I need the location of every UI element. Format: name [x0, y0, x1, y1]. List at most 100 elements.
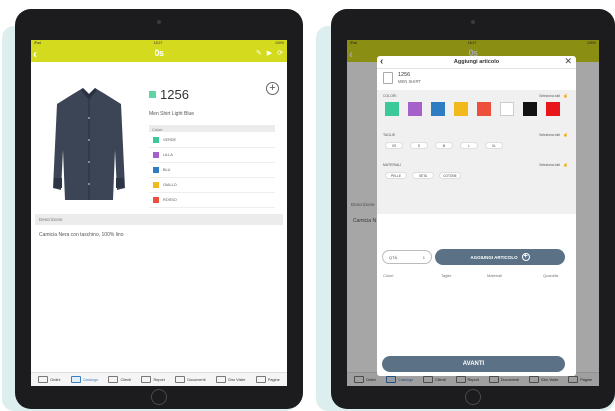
tab-label: Clienti: [120, 377, 132, 382]
column-quantity: Quantità: [543, 273, 559, 278]
right-screen: iPad 18:27 100% ‹ 0s Descrizione Camicia…: [347, 40, 599, 386]
color-swatch: [153, 182, 159, 188]
column-materials: Materiali: [487, 273, 503, 278]
left-screen: iPad 18:27 100% ‹ 0s ✎ ▶ ⟳ 1256 + Men Sh…: [31, 40, 287, 386]
tab-label: Ordini: [50, 377, 61, 382]
colors-section-header: Colori: [149, 125, 275, 132]
documents-icon: [175, 376, 186, 383]
tab-label: Catalogo: [82, 377, 99, 382]
status-time: 18:27: [153, 41, 163, 45]
left-tablet: iPad 18:27 100% ‹ 0s ✎ ▶ ⟳ 1256 + Men Sh…: [15, 9, 303, 409]
product-name: Men Shirt Light Blue: [149, 111, 195, 117]
modal-title: Aggiungi articolo: [453, 59, 500, 65]
color-name: GIALLO: [163, 183, 177, 187]
color-name: LILLA: [163, 153, 173, 157]
color-swatch: [153, 167, 159, 173]
swatch-red[interactable]: [546, 102, 560, 116]
marketing-composite: iPad 18:27 100% ‹ 0s ✎ ▶ ⟳ 1256 + Men Sh…: [0, 0, 615, 411]
materials-label: MATERIALI: [383, 163, 402, 167]
size-pill[interactable]: S: [410, 142, 428, 149]
color-row-blu[interactable]: BLU: [149, 163, 275, 178]
description-header: Descrizione: [35, 214, 283, 225]
color-row-giallo[interactable]: GIALLO: [149, 178, 275, 193]
color-swatch: [153, 137, 159, 143]
refresh-icon[interactable]: ⟳: [277, 49, 283, 57]
catalog-icon: [70, 376, 81, 383]
right-tablet: iPad 18:27 100% ‹ 0s Descrizione Camicia…: [331, 9, 615, 409]
swatch-lilac[interactable]: [408, 102, 422, 116]
size-pill[interactable]: L: [460, 142, 478, 149]
tab-ordini[interactable]: Ordini: [38, 376, 60, 383]
hand-pointer-icon: ☝: [563, 93, 568, 98]
right-home-button[interactable]: [465, 389, 481, 405]
bottom-tab-bar: Ordini Catalogo Clienti Report Documenti…: [31, 372, 287, 386]
swatch-green[interactable]: [385, 102, 399, 116]
color-row-rosso[interactable]: ROSSO: [149, 193, 275, 208]
modal-header: ‹ Aggiungi articolo ✕: [377, 56, 576, 69]
swatch-white[interactable]: [500, 102, 514, 116]
plus-icon: +: [521, 253, 530, 261]
color-name: ROSSO: [163, 198, 177, 202]
tab-catalogo[interactable]: Catalogo: [70, 376, 99, 383]
app-logo: 0s: [154, 48, 164, 58]
size-pill[interactable]: M: [435, 142, 453, 149]
add-item-button[interactable]: +: [266, 82, 279, 95]
swatch-red-orange[interactable]: [477, 102, 491, 116]
close-icon[interactable]: ✕: [564, 56, 572, 67]
nav-actions: ✎ ▶ ⟳: [256, 49, 283, 57]
tab-clienti[interactable]: Clienti: [108, 376, 131, 383]
product-code: 1256: [149, 87, 189, 102]
product-color-square: [149, 91, 156, 98]
next-button[interactable]: AVANTI: [382, 356, 565, 372]
left-tablet-camera: [157, 20, 161, 24]
right-tablet-camera: [471, 20, 475, 24]
color-swatch: [153, 197, 159, 203]
add-item-modal: ‹ Aggiungi articolo ✕ 1256 MEN SHIRT COL…: [377, 56, 576, 376]
share-icon[interactable]: ✎: [256, 49, 262, 57]
column-colors: Colori: [383, 273, 394, 278]
clients-icon: [108, 376, 119, 383]
play-icon[interactable]: ▶: [267, 49, 272, 57]
sizes-label: TAGLIE: [383, 133, 396, 137]
size-pill[interactable]: XS: [385, 142, 403, 149]
tab-label: Pagine: [267, 377, 280, 382]
top-nav-bar: ‹ 0s ✎ ▶ ⟳: [31, 46, 287, 62]
tab-label: Giro Visite: [227, 377, 246, 382]
add-article-label: AGGIUNGI ARTICOLO: [470, 254, 518, 260]
tab-label: Report: [153, 377, 165, 382]
swatch-blue[interactable]: [431, 102, 445, 116]
modal-item-summary: 1256 MEN SHIRT: [383, 72, 421, 84]
material-pill[interactable]: PELLE: [385, 172, 407, 179]
materials-select-all[interactable]: Seleziona tutti: [539, 163, 560, 167]
material-pill[interactable]: SETA: [412, 172, 434, 179]
size-pill[interactable]: XL: [485, 142, 503, 149]
hand-pointer-icon: ☝: [563, 162, 568, 167]
modal-item-text: 1256 MEN SHIRT: [398, 72, 421, 84]
swatch-black[interactable]: [523, 102, 537, 116]
tab-documenti[interactable]: Documenti: [175, 376, 206, 383]
tab-report[interactable]: Report: [141, 376, 165, 383]
color-row-verde[interactable]: VERDE: [149, 133, 275, 148]
swatch-yellow[interactable]: [454, 102, 468, 116]
quantity-label: QTÀ: [389, 255, 398, 260]
column-sizes: Taglie: [441, 273, 452, 278]
orders-icon: [38, 376, 49, 383]
product-code-text: 1256: [160, 87, 189, 102]
tab-pagine[interactable]: Pagine: [255, 376, 280, 383]
left-home-button[interactable]: [151, 389, 167, 405]
status-carrier: iPad: [34, 41, 42, 45]
material-pill[interactable]: COTONE: [439, 172, 461, 179]
add-article-button[interactable]: AGGIUNGI ARTICOLO +: [435, 249, 565, 265]
color-row-lilla[interactable]: LILLA: [149, 148, 275, 163]
colors-select-all[interactable]: Seleziona tutti: [539, 94, 560, 98]
quantity-field[interactable]: QTÀ 1: [382, 250, 432, 264]
shirt-icon: [383, 72, 393, 84]
back-chevron-icon[interactable]: ‹: [33, 47, 37, 61]
modal-item-name: MEN SHIRT: [398, 79, 421, 84]
options-panel: COLORI Seleziona tutti ☝ TAGLIE Selezion…: [377, 90, 576, 214]
quantity-value: 1: [422, 255, 425, 260]
sizes-select-all[interactable]: Seleziona tutti: [539, 133, 560, 137]
tab-giro-visite[interactable]: Giro Visite: [215, 376, 246, 383]
color-name: BLU: [163, 168, 171, 172]
color-name: VERDE: [163, 138, 177, 142]
